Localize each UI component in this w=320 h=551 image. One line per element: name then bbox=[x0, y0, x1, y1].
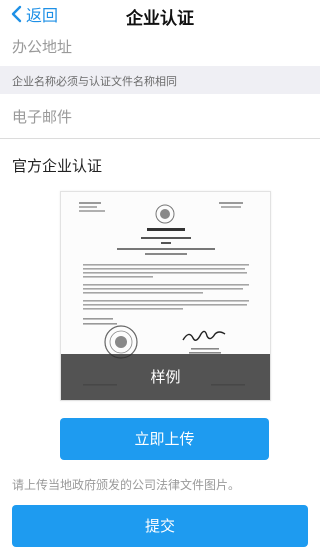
page-title: 企业认证 bbox=[126, 9, 194, 29]
navigation-bar: 返回 企业认证 bbox=[0, 0, 320, 29]
certification-section-title: 官方企业认证 bbox=[12, 157, 103, 175]
sample-label: 样例 bbox=[150, 368, 181, 386]
address-row bbox=[0, 28, 320, 66]
company-name-note: 企业名称必须与认证文件名称相同 bbox=[12, 75, 177, 88]
email-row bbox=[0, 94, 320, 139]
upload-now-button[interactable]: 立即上传 bbox=[60, 418, 269, 460]
sample-document-card[interactable]: 样例 bbox=[60, 191, 271, 401]
submit-button[interactable]: 提交 bbox=[12, 505, 308, 547]
upload-hint: 请上传当地政府颁发的公司法律文件图片。 bbox=[12, 478, 241, 492]
email-input[interactable] bbox=[12, 106, 308, 128]
note-band: 企业名称必须与认证文件名称相同 bbox=[0, 66, 320, 94]
sample-overlay: 样例 bbox=[61, 354, 270, 400]
office-address-input[interactable] bbox=[12, 36, 308, 58]
